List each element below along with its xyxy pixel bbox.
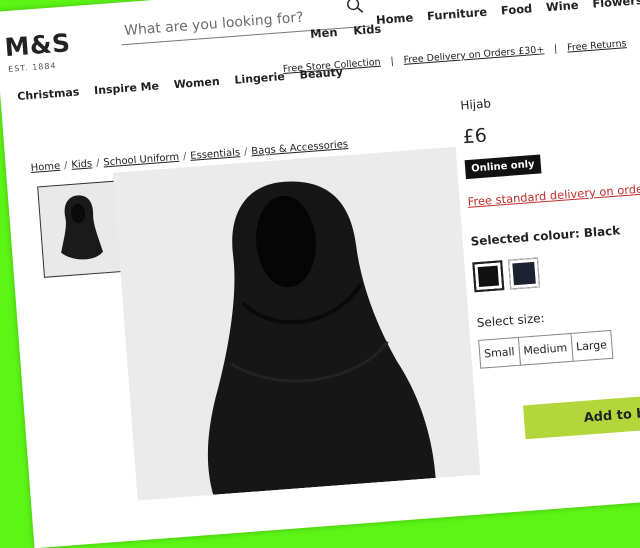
size-small[interactable]: Small [478,336,521,369]
nav-kids[interactable]: Kids [353,22,382,38]
size-options: Small Medium Large [478,322,640,369]
product-page: M&S EST. 1884 Home Furniture Food Wine F… [0,0,640,548]
hijab-thumbnail-image [61,195,103,260]
breadcrumb-home[interactable]: Home [30,161,60,174]
online-only-badge: Online only [464,154,542,180]
product-title: Hijab [459,96,492,113]
size-medium[interactable]: Medium [517,332,574,366]
hijab-image [207,181,436,495]
nav-men[interactable]: Men [310,25,338,41]
free-delivery-link[interactable]: Free Delivery on Orders £30+ [403,44,544,66]
logo-est: EST. 1884 [7,61,57,74]
add-to-bag-button[interactable]: Add to bag [523,390,640,440]
select-size-label: Select size: [476,311,546,331]
swatch-navy[interactable] [508,257,541,290]
separator: | [390,55,395,67]
nav-lingerie[interactable]: Lingerie [234,70,285,87]
ms-logo[interactable]: M&S EST. 1884 [3,28,73,74]
nav-food[interactable]: Food [500,1,532,17]
utility-links: Free Store Collection | Free Delivery on… [283,38,627,75]
colour-swatches [472,244,640,293]
breadcrumb-essentials[interactable]: Essentials [190,147,241,162]
nav-wine[interactable]: Wine [546,0,579,14]
search-input[interactable] [119,1,343,45]
free-delivery-promo-link[interactable]: Free standard delivery on orders [467,177,640,209]
nav-flowers[interactable]: Flowers [592,0,640,11]
breadcrumb-school-uniform[interactable]: School Uniform [103,152,179,169]
breadcrumb-bags[interactable]: Bags & Accessories [251,139,348,157]
size-large[interactable]: Large [570,329,613,362]
top-nav: Home Furniture Food Wine Flowers Fl [376,0,640,27]
selected-colour-label: Selected colour: Black [470,223,621,249]
free-returns-link[interactable]: Free Returns [567,38,627,53]
nav-inspire-me[interactable]: Inspire Me [94,79,160,97]
product-main-image[interactable] [113,146,481,501]
logo-text: M&S [3,28,72,63]
nav-furniture[interactable]: Furniture [427,5,488,23]
product-price: £6 [462,124,488,149]
nav-women[interactable]: Women [173,75,220,91]
swatch-black[interactable] [472,260,505,293]
search-icon[interactable] [345,0,364,15]
breadcrumb-kids[interactable]: Kids [71,158,93,170]
separator: | [553,43,558,55]
product-details: Hijab £6 Online only Free standard deliv… [459,81,640,440]
nav-christmas[interactable]: Christmas [17,85,80,103]
product-thumbnail[interactable] [37,180,124,278]
